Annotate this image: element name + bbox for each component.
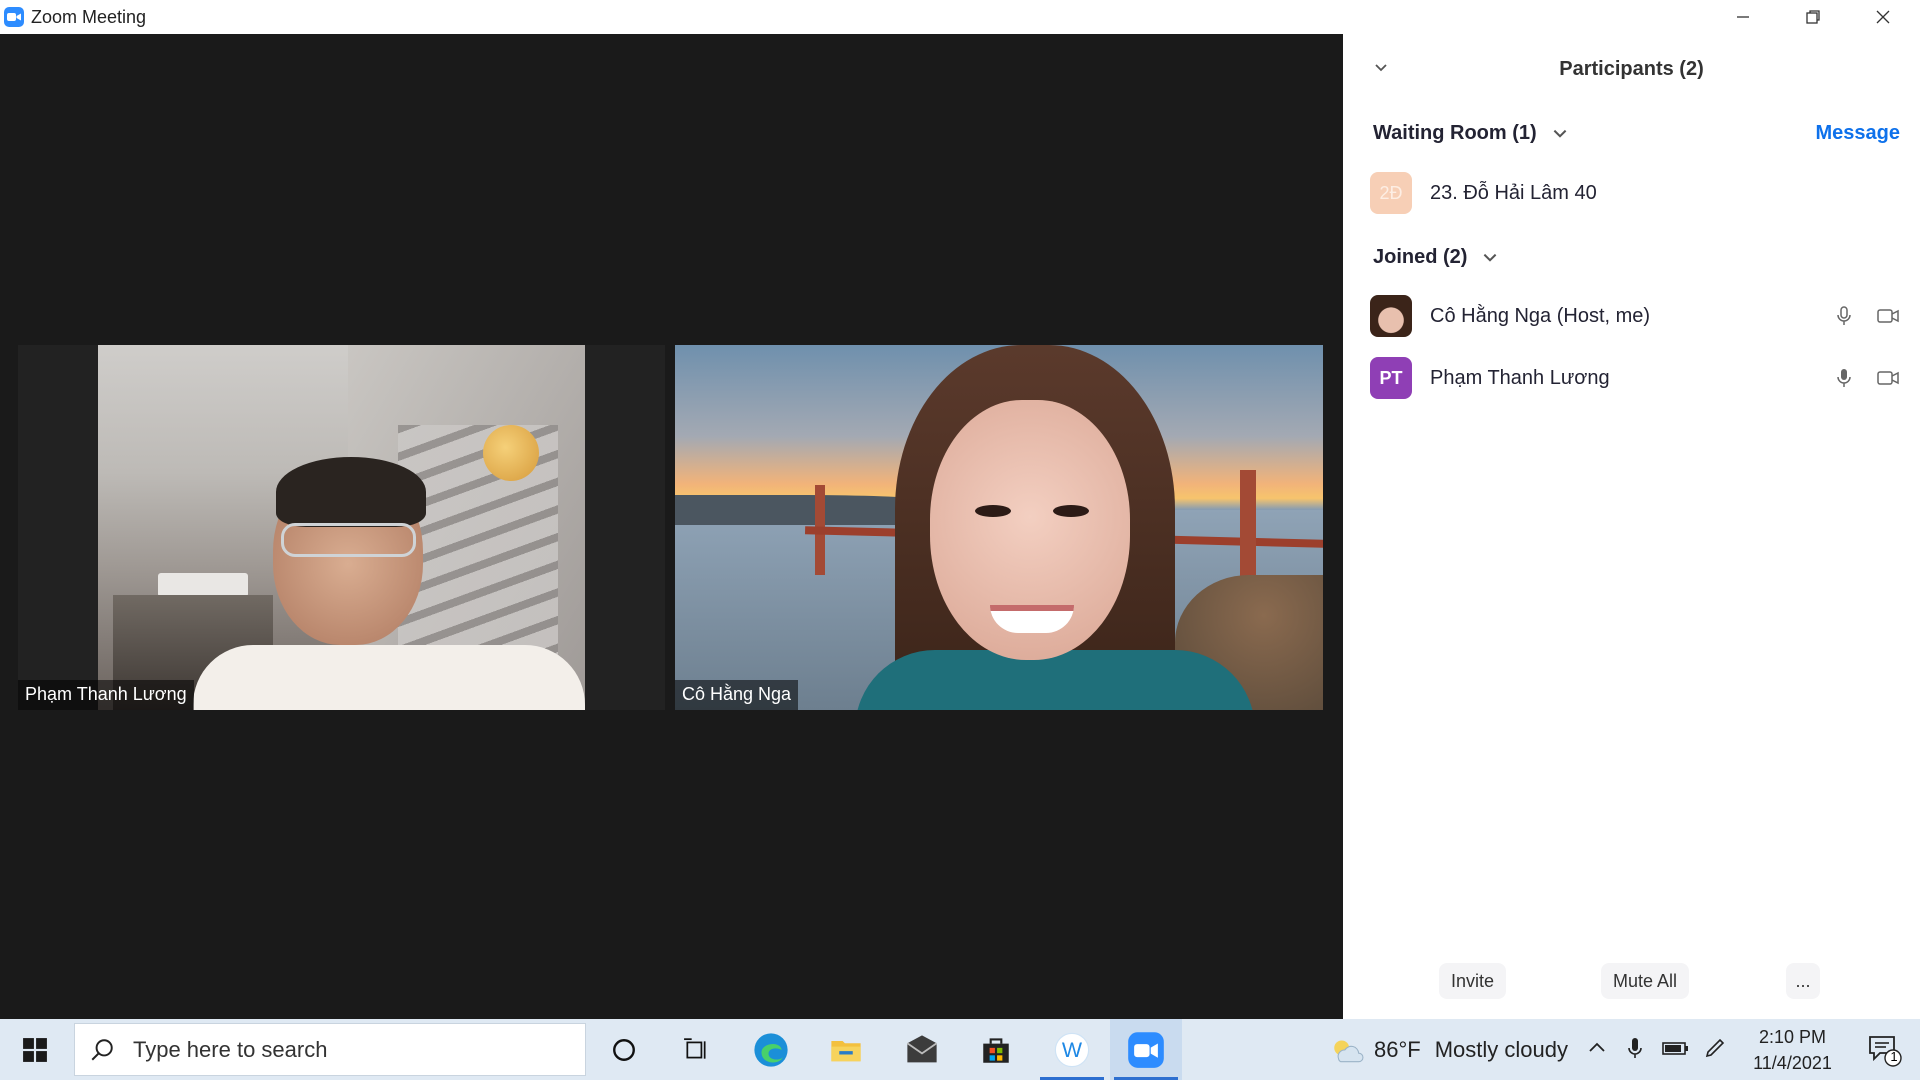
restore-icon	[1806, 10, 1820, 24]
task-view-button[interactable]	[660, 1019, 732, 1080]
windows-taskbar: Type here to search W 86°F Mostly cloudy…	[0, 1019, 1920, 1080]
mail-icon	[906, 1034, 938, 1062]
participant-row[interactable]: Cô Hằng Nga (Host, me)	[1370, 294, 1900, 338]
edge-button[interactable]	[735, 1019, 807, 1080]
video-camera-icon[interactable]	[1876, 304, 1900, 328]
zoom-app-icon	[4, 7, 24, 27]
minimize-icon	[1737, 16, 1749, 18]
notifications-button[interactable]: 1	[1866, 1031, 1902, 1067]
microphone-icon[interactable]	[1623, 1036, 1647, 1060]
start-button[interactable]	[0, 1019, 70, 1080]
microphone-icon[interactable]	[1832, 304, 1856, 328]
video-tile-host[interactable]: Cô Hằng Nga	[675, 345, 1323, 710]
title-bar: Zoom Meeting	[0, 0, 1920, 34]
participant-name: Cô Hằng Nga (Host, me)	[1430, 304, 1651, 327]
svg-text:W: W	[1062, 1038, 1083, 1062]
zoom-icon	[1128, 1031, 1164, 1068]
cortana-icon	[613, 1038, 635, 1061]
participant-name: Phạm Thanh Lương	[1430, 366, 1610, 389]
waiting-room-toggle[interactable]: Waiting Room (1)	[1373, 122, 1569, 145]
joined-label: Joined (2)	[1373, 246, 1468, 268]
windows-logo-icon	[23, 1037, 47, 1062]
weather-condition: Mostly cloudy	[1434, 1036, 1568, 1062]
store-button[interactable]	[960, 1019, 1032, 1080]
edge-browser-icon	[754, 1032, 788, 1067]
search-icon	[91, 1038, 113, 1060]
minimize-button[interactable]	[1708, 0, 1778, 34]
battery-icon[interactable]	[1661, 1036, 1689, 1060]
participants-header: Participants (2)	[1343, 54, 1920, 84]
clock-date: 11/4/2021	[1753, 1053, 1832, 1073]
taskbar-search-box[interactable]: Type here to search	[74, 1023, 586, 1076]
cortana-button[interactable]	[588, 1019, 660, 1080]
avatar: PT	[1370, 357, 1412, 399]
search-placeholder: Type here to search	[133, 1036, 328, 1062]
cloudy-weather-icon	[1334, 1039, 1364, 1062]
participant-row[interactable]: PT Phạm Thanh Lương	[1370, 356, 1900, 400]
invite-button[interactable]: Invite	[1439, 963, 1507, 999]
whiteboard-app-icon: W	[1054, 1032, 1090, 1067]
close-icon	[1876, 10, 1890, 24]
clock-time: 2:10 PM	[1758, 1027, 1827, 1047]
avatar: 2Đ	[1370, 172, 1412, 214]
video-tile-participant[interactable]: Phạm Thanh Lương	[18, 345, 665, 710]
chevron-down-icon	[1553, 129, 1567, 138]
notification-count: 1	[1890, 1049, 1898, 1064]
mute-all-button[interactable]: Mute All	[1601, 963, 1690, 999]
folder-icon	[831, 1040, 861, 1061]
restore-button[interactable]	[1778, 0, 1848, 34]
chevron-up-icon[interactable]	[1585, 1036, 1609, 1060]
whiteboard-app-button[interactable]: W	[1036, 1019, 1108, 1080]
system-tray	[1585, 1036, 1727, 1060]
video-feed	[98, 345, 585, 710]
taskbar-clock[interactable]: 2:10 PM 11/4/2021	[1735, 1024, 1850, 1076]
participant-name: 23. Đỗ Hải Lâm 40	[1430, 181, 1597, 204]
waiting-room-item[interactable]: 2Đ 23. Đỗ Hải Lâm 40	[1370, 171, 1900, 215]
more-options-button[interactable]: ...	[1786, 963, 1820, 999]
microphone-icon[interactable]	[1832, 366, 1856, 390]
video-camera-icon[interactable]	[1876, 366, 1900, 390]
video-tile-name-label: Cô Hằng Nga	[675, 680, 799, 710]
zoom-taskbar-button[interactable]	[1110, 1019, 1182, 1080]
video-gallery: Phạm Thanh Lương Cô Hằng Nga	[0, 34, 1343, 1019]
pen-icon[interactable]	[1703, 1036, 1727, 1060]
participants-panel: Participants (2) Waiting Room (1) Messag…	[1343, 34, 1920, 1019]
file-explorer-button[interactable]	[810, 1019, 882, 1080]
task-view-icon	[684, 1037, 706, 1059]
waiting-room-label: Waiting Room (1)	[1373, 122, 1537, 144]
participants-footer: Invite Mute All ...	[1343, 963, 1920, 1003]
chevron-down-icon	[1484, 253, 1497, 262]
weather-temperature: 86°F	[1374, 1036, 1421, 1062]
participants-title: Participants (2)	[1559, 58, 1704, 80]
microsoft-store-icon	[983, 1037, 1009, 1063]
mail-button[interactable]	[886, 1019, 958, 1080]
window-title: Zoom Meeting	[31, 6, 147, 27]
weather-widget[interactable]: 86°F Mostly cloudy	[1330, 1019, 1568, 1080]
avatar	[1370, 295, 1412, 337]
message-waiting-room-link[interactable]: Message	[1816, 122, 1901, 145]
close-button[interactable]	[1848, 0, 1918, 34]
joined-toggle[interactable]: Joined (2)	[1373, 246, 1499, 269]
video-tile-name-label: Phạm Thanh Lương	[18, 680, 194, 710]
